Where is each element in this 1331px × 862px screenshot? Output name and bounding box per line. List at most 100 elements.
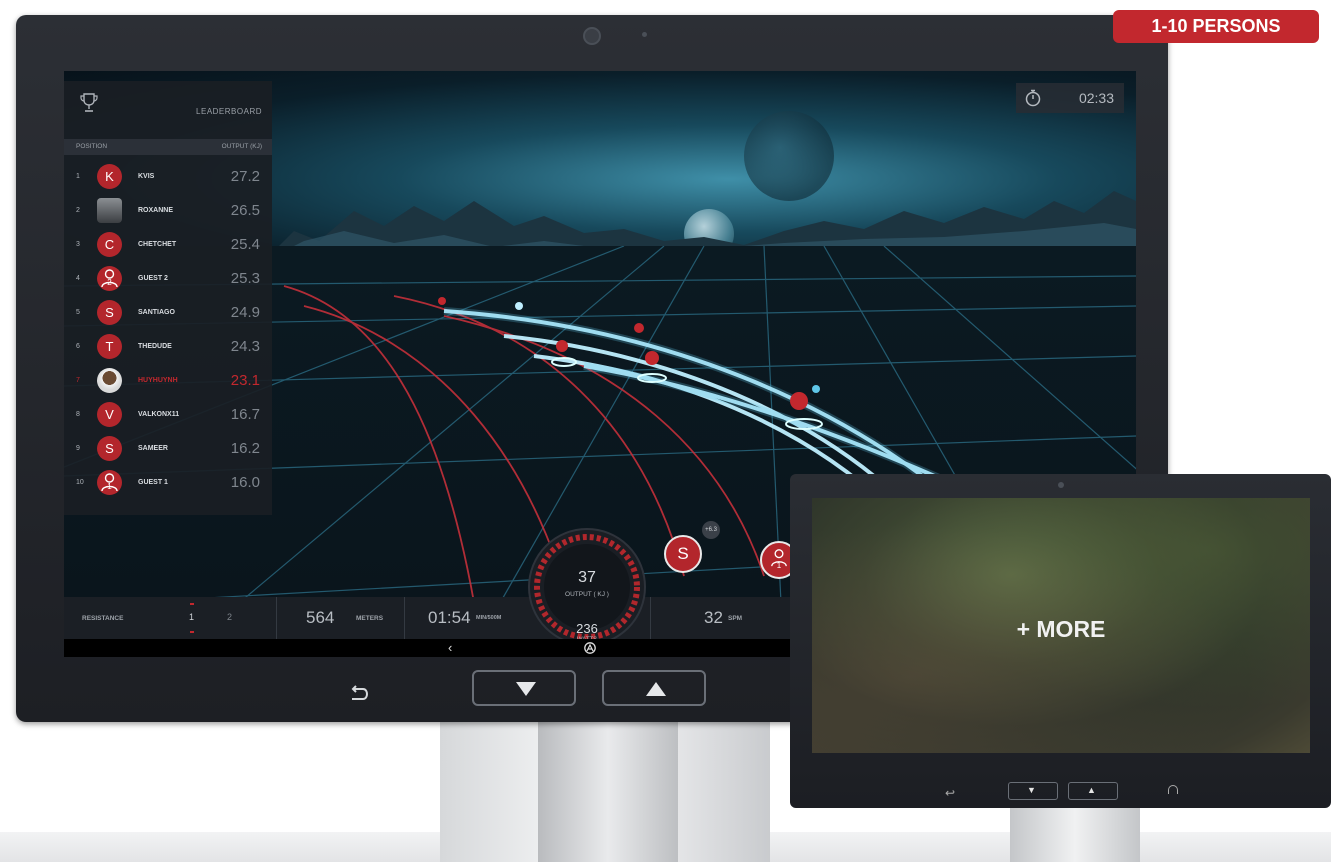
row-name: ROXANNE — [138, 207, 174, 214]
camera-icon — [1058, 482, 1064, 488]
leaderboard-row: 5 S SANTIAGO 24.9 — [64, 297, 272, 329]
leaderboard-row-current-user: 7 HUYHUYNH 23.1 — [64, 365, 272, 397]
row-name: THEDUDE — [138, 343, 172, 350]
leaderboard-row: 4 2 GUEST 2 25.3 — [64, 263, 272, 295]
spm-label: SPM — [728, 615, 743, 622]
avatar-photo — [97, 198, 122, 223]
row-name: KVIS — [138, 173, 155, 180]
row-output: 25.3 — [230, 270, 260, 287]
row-output: 16.2 — [230, 440, 260, 457]
workout-timer: 02:33 — [1016, 83, 1124, 113]
resistance-next: 2 — [227, 612, 233, 622]
row-name: SAMEER — [138, 445, 168, 452]
back-arrow-icon[interactable] — [348, 683, 370, 705]
row-output: 27.2 — [230, 168, 260, 185]
up-triangle-icon: ▲ — [1087, 785, 1096, 795]
row-position: 1 — [76, 173, 80, 180]
leaderboard-columns: POSITION OUTPUT (KJ) — [64, 139, 272, 155]
guest-avatar-icon: 1 — [97, 470, 122, 495]
row-output: 23.1 — [230, 372, 260, 389]
nav-back-icon[interactable]: ‹ — [448, 640, 452, 655]
resistance-up-mark — [190, 603, 194, 605]
divider — [404, 597, 405, 639]
output-gauge: 37 OUTPUT ( KJ ) 236 WATTS — [526, 517, 648, 657]
up-button[interactable]: ▲ — [1068, 782, 1118, 800]
avatar: S — [97, 436, 122, 461]
row-position: 4 — [76, 275, 80, 282]
row-position: 8 — [76, 411, 80, 418]
persons-badge: 1-10 PERSONS — [1113, 10, 1319, 43]
row-output: 24.9 — [230, 304, 260, 321]
pace-label: MIN/500M — [476, 615, 502, 621]
leaderboard-row: 1 K KVIS 27.2 — [64, 161, 272, 193]
more-label: + MORE — [1016, 616, 1106, 642]
guest-avatar-icon: 2 — [97, 266, 122, 291]
gap-bubble: +6.3 — [702, 521, 720, 539]
leaderboard-row: 3 C CHETCHET 25.4 — [64, 229, 272, 261]
leaderboard-row: 9 S SAMEER 16.2 — [64, 433, 272, 465]
avatar: C — [97, 232, 122, 257]
row-name: GUEST 2 — [138, 275, 168, 282]
sensor-dot — [642, 32, 647, 37]
divider — [276, 597, 277, 639]
pace-value: 01:54 — [428, 608, 471, 627]
secondary-monitor: + MORE ↩ ▼ ▲ — [790, 474, 1331, 808]
avatar: K — [97, 164, 122, 189]
stopwatch-icon — [1025, 89, 1041, 107]
down-triangle-icon — [516, 682, 536, 696]
output-value: 37 — [578, 569, 596, 586]
leaderboard-row: 10 1 GUEST 1 16.0 — [64, 467, 272, 499]
row-position: 3 — [76, 241, 80, 248]
up-button[interactable] — [602, 670, 706, 706]
watts-value: 236 — [576, 621, 598, 636]
timer-value: 02:33 — [1078, 90, 1114, 106]
avatar: V — [97, 402, 122, 427]
down-triangle-icon: ▼ — [1027, 785, 1036, 795]
leaderboard-row: 6 T THEDUDE 24.3 — [64, 331, 272, 363]
row-position: 10 — [76, 479, 84, 486]
up-triangle-icon — [646, 682, 666, 696]
row-name: CHETCHET — [138, 241, 177, 248]
resistance-current: 1 — [189, 612, 195, 622]
row-name: GUEST 1 — [138, 479, 168, 486]
meters-label: METERS — [356, 615, 384, 622]
row-position: 7 — [76, 377, 80, 384]
meters-value: 564 — [306, 608, 335, 627]
avatar: S — [97, 300, 122, 325]
trophy-icon — [80, 93, 98, 112]
divider — [650, 597, 651, 639]
spm-value: 32 — [704, 608, 723, 627]
row-output: 26.5 — [230, 202, 260, 219]
down-button[interactable]: ▼ — [1008, 782, 1058, 800]
leaderboard-row: 8 V VALKONX11 16.7 — [64, 399, 272, 431]
row-position: 2 — [76, 207, 80, 214]
row-name: SANTIAGO — [138, 309, 175, 316]
resistance-label: RESISTANCE — [82, 615, 124, 622]
avatar: T — [97, 334, 122, 359]
column-output: OUTPUT (KJ) — [221, 143, 262, 150]
down-button[interactable] — [472, 670, 576, 706]
rider-marker: S — [664, 535, 702, 573]
back-arrow-icon[interactable]: ↩ — [945, 786, 955, 800]
row-name: HUYHUYNH — [138, 377, 178, 384]
resistance-down-mark — [190, 631, 194, 633]
leaderboard-title: LEADERBOARD — [196, 107, 262, 116]
row-output: 25.4 — [230, 236, 260, 253]
leaderboard-header: LEADERBOARD — [64, 81, 272, 137]
leaderboard-panel: LEADERBOARD POSITION OUTPUT (KJ) 1 K KVI… — [64, 81, 272, 515]
output-label: OUTPUT ( KJ ) — [565, 591, 609, 598]
logo-icon[interactable] — [584, 642, 596, 654]
camera-icon — [583, 27, 601, 45]
row-output: 24.3 — [230, 338, 260, 355]
row-position: 9 — [76, 445, 80, 452]
leaderboard-row: 2 ROXANNE 26.5 — [64, 195, 272, 227]
secondary-screen: + MORE — [812, 498, 1310, 753]
gauge-ring — [528, 528, 646, 646]
row-output: 16.0 — [230, 474, 260, 491]
headphone-icon — [1168, 785, 1178, 794]
row-output: 16.7 — [230, 406, 260, 423]
avatar-photo — [97, 368, 122, 393]
row-name: VALKONX11 — [138, 411, 180, 418]
column-position: POSITION — [76, 143, 108, 150]
row-position: 5 — [76, 309, 80, 316]
